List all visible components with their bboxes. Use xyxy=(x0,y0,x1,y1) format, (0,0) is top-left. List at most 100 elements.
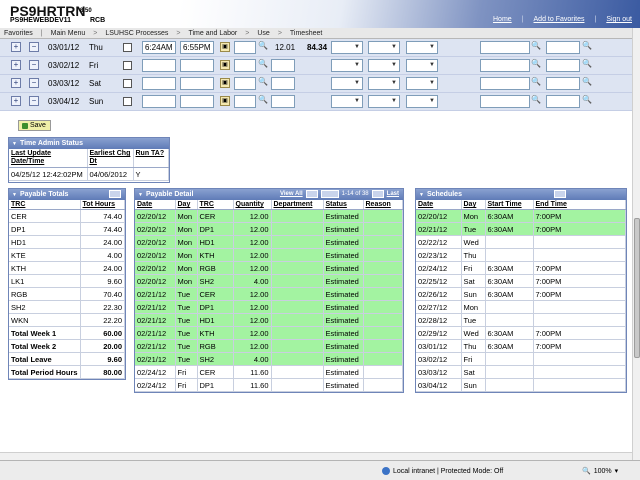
reason-select[interactable] xyxy=(368,59,400,72)
trc-select[interactable] xyxy=(331,41,363,54)
taskgroup-input[interactable] xyxy=(480,41,530,54)
search-icon[interactable]: 🔍 xyxy=(258,41,268,50)
punch-icon[interactable]: ▣ xyxy=(220,78,230,88)
punch-icon[interactable]: ▣ xyxy=(220,96,230,106)
time-in-input[interactable] xyxy=(142,41,176,54)
grid-view-icon[interactable] xyxy=(109,190,121,198)
search-icon[interactable]: 🔍 xyxy=(582,95,592,104)
column-header[interactable]: Day xyxy=(175,200,198,210)
search-icon[interactable]: 🔍 xyxy=(582,59,592,68)
scrollbar-thumb[interactable] xyxy=(634,218,640,358)
project-input[interactable] xyxy=(546,95,580,108)
status-select[interactable] xyxy=(406,77,438,90)
add-row-button[interactable]: + xyxy=(11,42,21,52)
time-in-input[interactable] xyxy=(142,95,176,108)
project-input[interactable] xyxy=(546,59,580,72)
time-in-input[interactable] xyxy=(142,77,176,90)
project-input[interactable] xyxy=(546,77,580,90)
zoom-control[interactable]: 🔍 100% ▾ xyxy=(582,467,618,476)
time-out-input[interactable] xyxy=(180,95,214,108)
search-icon[interactable]: 🔍 xyxy=(258,59,268,68)
sign-out-link[interactable]: Sign out xyxy=(606,16,632,23)
add-row-button[interactable]: + xyxy=(11,96,21,106)
add-to-favorites-link[interactable]: Add to Favorites xyxy=(534,16,585,23)
horizontal-scrollbar[interactable] xyxy=(0,452,632,460)
time-out-input[interactable] xyxy=(180,59,214,72)
column-header[interactable]: TRC xyxy=(197,200,234,210)
row-checkbox[interactable] xyxy=(123,43,132,52)
first-page-button[interactable] xyxy=(320,190,339,198)
punch-input[interactable] xyxy=(234,41,256,54)
status-select[interactable] xyxy=(406,95,438,108)
delete-row-button[interactable]: − xyxy=(29,42,39,52)
search-icon[interactable]: 🔍 xyxy=(531,59,541,68)
delete-row-button[interactable]: − xyxy=(29,96,39,106)
column-header[interactable]: Start Time xyxy=(485,200,534,210)
punch-icon[interactable]: ▣ xyxy=(220,42,230,52)
home-link[interactable]: Home xyxy=(493,16,512,23)
column-header[interactable]: TRC xyxy=(9,200,81,210)
search-icon[interactable]: 🔍 xyxy=(531,41,541,50)
time-out-input[interactable] xyxy=(180,41,214,54)
save-button[interactable]: Save xyxy=(18,120,51,131)
reason-select[interactable] xyxy=(368,95,400,108)
row-checkbox[interactable] xyxy=(123,61,132,70)
search-icon[interactable]: 🔍 xyxy=(531,77,541,86)
column-header[interactable]: Date xyxy=(135,200,176,210)
column-header[interactable]: Last Update Date/Time xyxy=(9,149,88,168)
column-header[interactable]: Reason xyxy=(363,200,403,210)
nav-lsuhsc-processes[interactable]: LSUHSC Processes xyxy=(101,30,172,37)
reason-select[interactable] xyxy=(368,77,400,90)
column-header[interactable]: Day xyxy=(461,200,486,210)
nav-use[interactable]: Use xyxy=(253,30,273,37)
column-header[interactable]: Quantity xyxy=(233,200,272,210)
project-input[interactable] xyxy=(546,41,580,54)
punch-input[interactable] xyxy=(234,59,256,72)
trc-select[interactable] xyxy=(331,77,363,90)
column-header[interactable]: Status xyxy=(323,200,364,210)
nav-main-menu[interactable]: Main Menu xyxy=(47,30,90,37)
punch-input[interactable] xyxy=(234,95,256,108)
status-select[interactable] xyxy=(406,59,438,72)
column-header[interactable]: Run TA? xyxy=(133,149,169,168)
view-all-link[interactable]: View All xyxy=(280,191,303,197)
security-zone[interactable]: Local intranet | Protected Mode: Off xyxy=(382,467,503,475)
search-icon[interactable]: 🔍 xyxy=(258,95,268,104)
search-icon[interactable]: 🔍 xyxy=(531,95,541,104)
punch-input[interactable] xyxy=(234,77,256,90)
next-page-icon[interactable] xyxy=(371,190,384,198)
add-row-button[interactable]: + xyxy=(11,78,21,88)
time-out-input[interactable] xyxy=(180,77,214,90)
search-icon[interactable]: 🔍 xyxy=(582,41,592,50)
row-checkbox[interactable] xyxy=(123,97,132,106)
total-input[interactable] xyxy=(271,59,295,72)
collapse-triangle-icon[interactable]: ▼ xyxy=(419,192,424,198)
trc-select[interactable] xyxy=(331,59,363,72)
total-input[interactable] xyxy=(271,77,295,90)
row-checkbox[interactable] xyxy=(123,79,132,88)
punch-icon[interactable]: ▣ xyxy=(220,60,230,70)
reason-select[interactable] xyxy=(368,41,400,54)
nav-timesheet[interactable]: Timesheet xyxy=(286,30,326,37)
nav-time-and-labor[interactable]: Time and Labor xyxy=(184,30,241,37)
column-header[interactable]: Tot Hours xyxy=(80,200,126,210)
column-header[interactable]: End Time xyxy=(533,200,626,210)
search-icon[interactable]: 🔍 xyxy=(582,77,592,86)
column-header[interactable]: Department xyxy=(271,200,324,210)
grid-view-icon[interactable] xyxy=(554,190,566,198)
total-input[interactable] xyxy=(271,95,295,108)
collapse-triangle-icon[interactable]: ▼ xyxy=(12,141,17,147)
taskgroup-input[interactable] xyxy=(480,77,530,90)
taskgroup-input[interactable] xyxy=(480,59,530,72)
add-row-button[interactable]: + xyxy=(11,60,21,70)
status-select[interactable] xyxy=(406,41,438,54)
nav-favorites[interactable]: Favorites xyxy=(0,30,37,37)
delete-row-button[interactable]: − xyxy=(29,60,39,70)
column-header[interactable]: Earliest Chg Dt xyxy=(87,149,134,168)
grid-view-icon[interactable] xyxy=(305,190,318,198)
delete-row-button[interactable]: − xyxy=(29,78,39,88)
time-in-input[interactable] xyxy=(142,59,176,72)
search-icon[interactable]: 🔍 xyxy=(258,77,268,86)
trc-select[interactable] xyxy=(331,95,363,108)
last-page-link[interactable]: Last xyxy=(387,191,399,197)
